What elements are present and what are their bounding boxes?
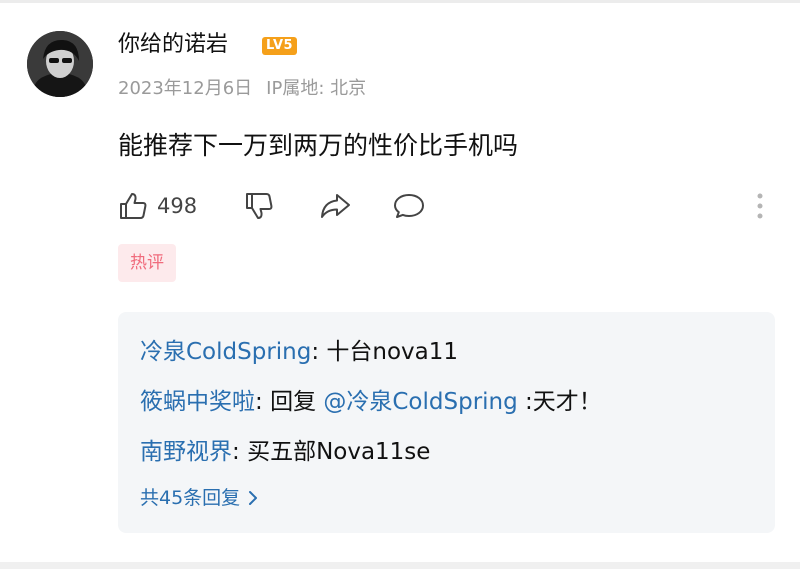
- reply-author[interactable]: 冷泉ColdSpring: [140, 339, 311, 365]
- reply-text: :天才！: [517, 389, 602, 415]
- reply-separator: :: [311, 339, 327, 365]
- reply-prefix: 回复: [270, 389, 324, 415]
- top-divider: [0, 0, 800, 3]
- comment-meta: 2023年12月6日 IP属地: 北京: [118, 76, 366, 102]
- like-button[interactable]: 498: [117, 188, 197, 224]
- reply-button[interactable]: [392, 188, 426, 224]
- reply-item[interactable]: 南野视界: 买五部Nova11se: [140, 436, 430, 468]
- bottom-divider: [0, 562, 800, 569]
- username[interactable]: 你给的诺岩: [118, 30, 228, 60]
- reply-mention[interactable]: @冷泉ColdSpring: [323, 389, 517, 415]
- share-button[interactable]: [318, 188, 352, 224]
- avatar[interactable]: [27, 31, 93, 97]
- reply-item[interactable]: 冷泉ColdSpring: 十台nova11: [140, 336, 458, 368]
- reply-text: 十台nova11: [326, 339, 459, 365]
- thumbs-down-icon: [246, 193, 273, 219]
- reply-separator: :: [232, 439, 248, 465]
- level-badge: LV5: [262, 37, 298, 55]
- dislike-button[interactable]: [243, 188, 275, 224]
- hot-comment-tag: 热评: [118, 244, 176, 282]
- like-count: 498: [157, 194, 198, 218]
- reply-author[interactable]: 南野视界: [140, 439, 232, 465]
- post-date: 2023年12月6日: [118, 78, 253, 99]
- view-all-replies-link[interactable]: 共45条回复: [140, 484, 258, 512]
- reply-text: 买五部Nova11se: [247, 439, 431, 465]
- thumbs-up-icon: [120, 193, 147, 219]
- ip-location: IP属地: 北京: [266, 78, 367, 99]
- avatar-image: [27, 31, 93, 97]
- comment-text: 能推荐下一万到两万的性价比手机吗: [118, 131, 519, 160]
- comment-icon: [394, 194, 424, 218]
- more-vertical-icon: [757, 193, 763, 219]
- chevron-right-icon: [249, 491, 258, 505]
- reply-separator: :: [255, 389, 271, 415]
- more-options-button[interactable]: [748, 190, 772, 222]
- replies-panel: 冷泉ColdSpring: 十台nova11 筱蜗中奖啦: 回复 @冷泉Cold…: [118, 312, 775, 533]
- reply-author[interactable]: 筱蜗中奖啦: [140, 389, 255, 415]
- share-icon: [321, 194, 350, 218]
- reply-item[interactable]: 筱蜗中奖啦: 回复 @冷泉ColdSpring :天才！: [140, 386, 602, 418]
- more-replies-label: 共45条回复: [140, 487, 241, 509]
